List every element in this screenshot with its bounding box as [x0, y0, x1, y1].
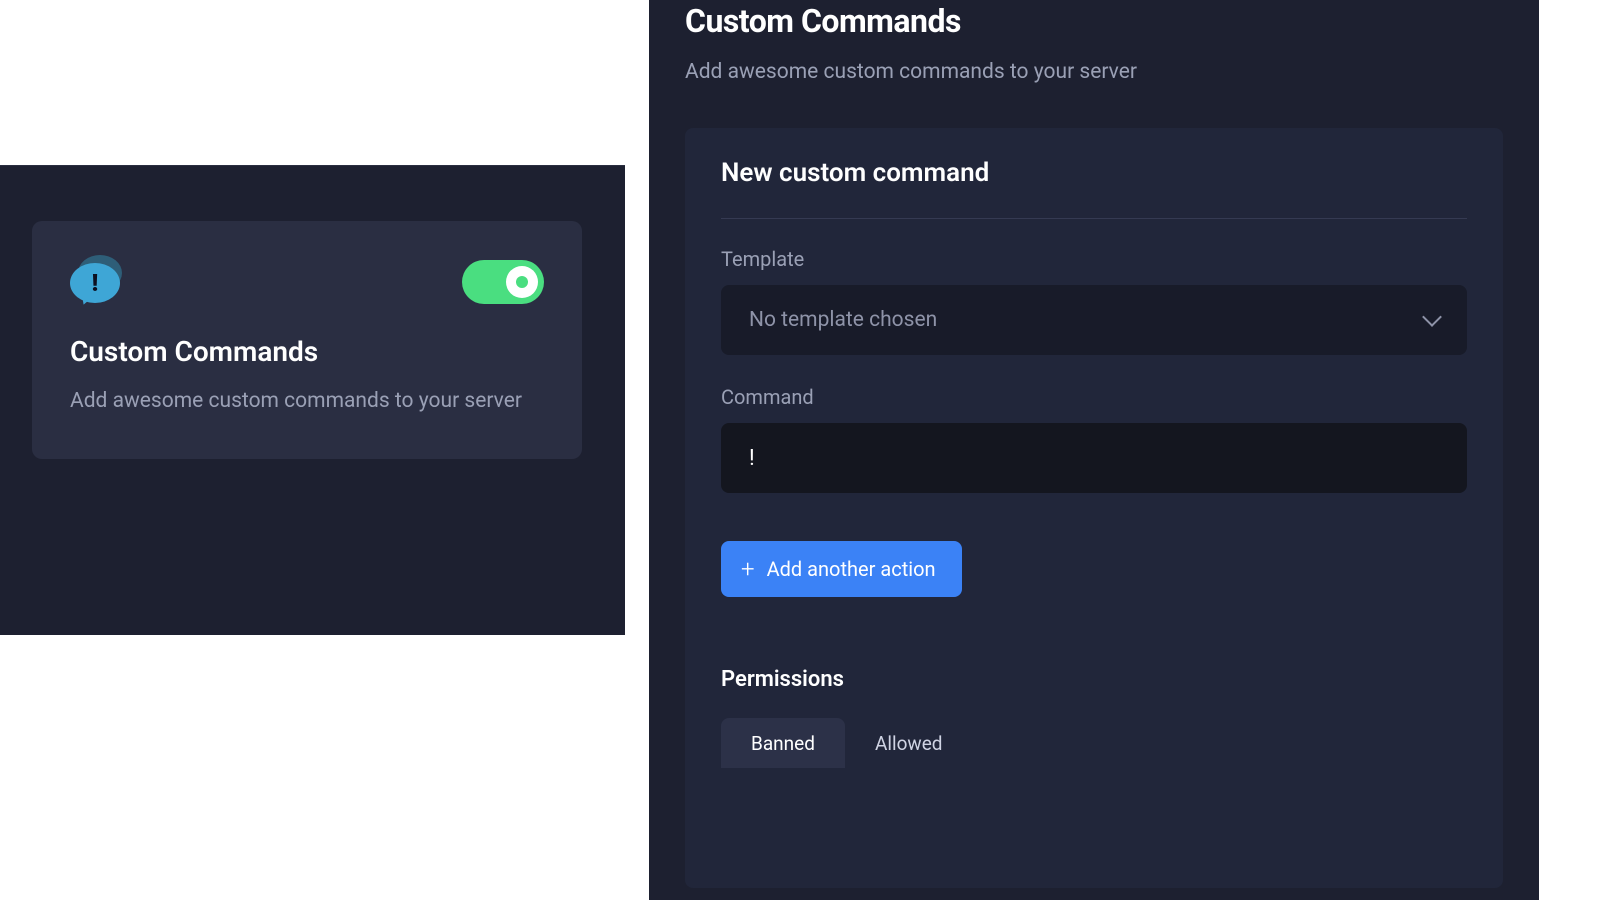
template-select[interactable]: No template chosen: [721, 285, 1467, 355]
page-title: Custom Commands: [685, 2, 1503, 40]
feature-toggle[interactable]: [462, 260, 544, 304]
card-description: Add awesome custom commands to your serv…: [70, 384, 544, 419]
template-label: Template: [721, 247, 1467, 271]
editor-heading: New custom command: [721, 158, 1467, 188]
chevron-down-icon: [1422, 307, 1442, 327]
permissions-heading: Permissions: [721, 667, 1467, 692]
command-editor: New custom command Template No template …: [685, 128, 1503, 888]
template-selected-value: No template chosen: [749, 308, 937, 332]
card-header-row: !: [70, 255, 544, 309]
page-subtitle: Add awesome custom commands to your serv…: [685, 60, 1503, 84]
chat-exclamation-icon: !: [70, 255, 132, 309]
command-input[interactable]: [721, 423, 1467, 493]
tab-banned[interactable]: Banned: [721, 718, 845, 768]
add-action-button[interactable]: + Add another action: [721, 541, 962, 597]
editor-panel: Custom Commands Add awesome custom comma…: [649, 0, 1539, 900]
tab-allowed[interactable]: Allowed: [845, 718, 973, 768]
add-action-label: Add another action: [767, 557, 936, 581]
permissions-tabs: Banned Allowed: [721, 718, 1467, 768]
card-title: Custom Commands: [70, 335, 544, 368]
plus-icon: +: [741, 557, 755, 581]
divider: [721, 218, 1467, 219]
toggle-knob: [506, 266, 538, 298]
card-preview-panel: ! Custom Commands Add awesome custom com…: [0, 165, 625, 635]
command-label: Command: [721, 385, 1467, 409]
custom-commands-card[interactable]: ! Custom Commands Add awesome custom com…: [32, 221, 582, 459]
